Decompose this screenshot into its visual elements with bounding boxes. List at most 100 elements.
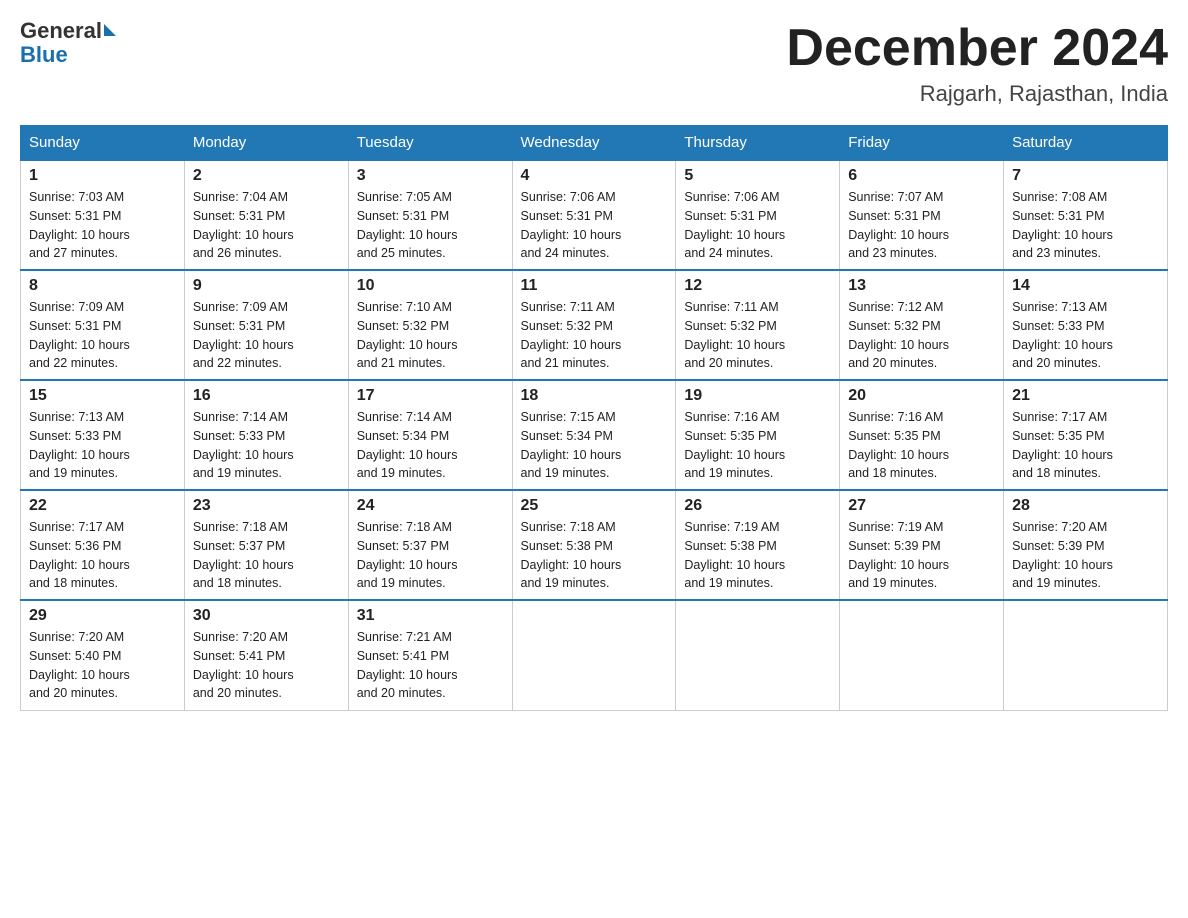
calendar-cell: 10 Sunrise: 7:10 AMSunset: 5:32 PMDayligh… [348, 270, 512, 380]
col-header-wednesday: Wednesday [512, 126, 676, 161]
calendar-cell: 24Sunrise: 7:18 AMSunset: 5:37 PMDayligh… [348, 490, 512, 600]
day-number: 9 [193, 277, 340, 295]
day-number: 29 [29, 607, 176, 625]
calendar-cell: 26Sunrise: 7:19 AMSunset: 5:38 PMDayligh… [676, 490, 840, 600]
calendar-cell [840, 600, 1004, 710]
day-info: Sunrise: 7:21 AMSunset: 5:41 PMDaylight:… [357, 628, 504, 703]
day-info: Sunrise: 7:15 AMSunset: 5:34 PMDaylight:… [521, 408, 668, 483]
calendar-week-row: 1 Sunrise: 7:03 AMSunset: 5:31 PMDaylight… [21, 160, 1168, 270]
day-number: 10 [357, 277, 504, 295]
day-number: 3 [357, 167, 504, 185]
day-info: Sunrise: 7:03 AMSunset: 5:31 PMDaylight:… [29, 188, 176, 263]
calendar-cell: 21 Sunrise: 7:17 AMSunset: 5:35 PMDayligh… [1004, 380, 1168, 490]
day-info: Sunrise: 7:17 AMSunset: 5:35 PMDaylight:… [1012, 408, 1159, 483]
day-number: 31 [357, 607, 504, 625]
day-number: 20 [848, 387, 995, 405]
day-info: Sunrise: 7:09 AMSunset: 5:31 PMDaylight:… [29, 298, 176, 373]
day-number: 24 [357, 497, 504, 515]
calendar-week-row: 29 Sunrise: 7:20 AMSunset: 5:40 PMDayligh… [21, 600, 1168, 710]
day-info: Sunrise: 7:19 AMSunset: 5:39 PMDaylight:… [848, 518, 995, 593]
calendar-cell: 14 Sunrise: 7:13 AMSunset: 5:33 PMDayligh… [1004, 270, 1168, 380]
calendar-cell: 28 Sunrise: 7:20 AMSunset: 5:39 PMDayligh… [1004, 490, 1168, 600]
title-block: December 2024 Rajgarh, Rajasthan, India [786, 20, 1168, 107]
day-info: Sunrise: 7:11 AMSunset: 5:32 PMDaylight:… [521, 298, 668, 373]
calendar-cell: 17 Sunrise: 7:14 AMSunset: 5:34 PMDayligh… [348, 380, 512, 490]
col-header-friday: Friday [840, 126, 1004, 161]
calendar-cell [512, 600, 676, 710]
calendar-cell: 15Sunrise: 7:13 AMSunset: 5:33 PMDayligh… [21, 380, 185, 490]
day-number: 5 [684, 167, 831, 185]
day-number: 27 [848, 497, 995, 515]
calendar-cell: 19Sunrise: 7:16 AMSunset: 5:35 PMDayligh… [676, 380, 840, 490]
col-header-monday: Monday [184, 126, 348, 161]
calendar-cell: 20 Sunrise: 7:16 AMSunset: 5:35 PMDayligh… [840, 380, 1004, 490]
day-number: 4 [521, 167, 668, 185]
page-header: General Blue December 2024 Rajgarh, Raja… [20, 20, 1168, 107]
day-info: Sunrise: 7:20 AMSunset: 5:41 PMDaylight:… [193, 628, 340, 703]
day-info: Sunrise: 7:18 AMSunset: 5:38 PMDaylight:… [521, 518, 668, 593]
calendar-cell: 7 Sunrise: 7:08 AMSunset: 5:31 PMDaylight… [1004, 160, 1168, 270]
day-number: 19 [684, 387, 831, 405]
calendar-week-row: 8 Sunrise: 7:09 AMSunset: 5:31 PMDaylight… [21, 270, 1168, 380]
day-info: Sunrise: 7:13 AMSunset: 5:33 PMDaylight:… [1012, 298, 1159, 373]
day-number: 16 [193, 387, 340, 405]
logo: General Blue [20, 20, 116, 66]
day-info: Sunrise: 7:11 AMSunset: 5:32 PMDaylight:… [684, 298, 831, 373]
calendar-cell: 11 Sunrise: 7:11 AMSunset: 5:32 PMDayligh… [512, 270, 676, 380]
calendar-week-row: 22Sunrise: 7:17 AMSunset: 5:36 PMDayligh… [21, 490, 1168, 600]
day-number: 12 [684, 277, 831, 295]
day-number: 22 [29, 497, 176, 515]
calendar-cell: 2 Sunrise: 7:04 AMSunset: 5:31 PMDaylight… [184, 160, 348, 270]
day-info: Sunrise: 7:08 AMSunset: 5:31 PMDaylight:… [1012, 188, 1159, 263]
day-number: 2 [193, 167, 340, 185]
calendar-cell: 31 Sunrise: 7:21 AMSunset: 5:41 PMDayligh… [348, 600, 512, 710]
calendar-cell: 23 Sunrise: 7:18 AMSunset: 5:37 PMDayligh… [184, 490, 348, 600]
calendar-cell [676, 600, 840, 710]
calendar-cell: 16Sunrise: 7:14 AMSunset: 5:33 PMDayligh… [184, 380, 348, 490]
day-info: Sunrise: 7:20 AMSunset: 5:40 PMDaylight:… [29, 628, 176, 703]
calendar-cell: 18 Sunrise: 7:15 AMSunset: 5:34 PMDayligh… [512, 380, 676, 490]
day-number: 15 [29, 387, 176, 405]
day-info: Sunrise: 7:16 AMSunset: 5:35 PMDaylight:… [848, 408, 995, 483]
month-title: December 2024 [786, 20, 1168, 77]
calendar-table: SundayMondayTuesdayWednesdayThursdayFrid… [20, 125, 1168, 711]
calendar-cell: 12 Sunrise: 7:11 AMSunset: 5:32 PMDayligh… [676, 270, 840, 380]
day-number: 23 [193, 497, 340, 515]
day-number: 1 [29, 167, 176, 185]
logo-general-text: General [20, 20, 102, 42]
day-info: Sunrise: 7:06 AMSunset: 5:31 PMDaylight:… [684, 188, 831, 263]
calendar-cell: 6Sunrise: 7:07 AMSunset: 5:31 PMDaylight… [840, 160, 1004, 270]
day-number: 28 [1012, 497, 1159, 515]
day-number: 26 [684, 497, 831, 515]
day-number: 11 [521, 277, 668, 295]
day-number: 8 [29, 277, 176, 295]
day-number: 17 [357, 387, 504, 405]
col-header-tuesday: Tuesday [348, 126, 512, 161]
calendar-cell: 8 Sunrise: 7:09 AMSunset: 5:31 PMDaylight… [21, 270, 185, 380]
day-number: 21 [1012, 387, 1159, 405]
day-info: Sunrise: 7:20 AMSunset: 5:39 PMDaylight:… [1012, 518, 1159, 593]
calendar-header-row: SundayMondayTuesdayWednesdayThursdayFrid… [21, 126, 1168, 161]
day-number: 18 [521, 387, 668, 405]
calendar-cell: 1 Sunrise: 7:03 AMSunset: 5:31 PMDaylight… [21, 160, 185, 270]
calendar-week-row: 15Sunrise: 7:13 AMSunset: 5:33 PMDayligh… [21, 380, 1168, 490]
day-number: 14 [1012, 277, 1159, 295]
col-header-saturday: Saturday [1004, 126, 1168, 161]
day-info: Sunrise: 7:14 AMSunset: 5:34 PMDaylight:… [357, 408, 504, 483]
day-number: 7 [1012, 167, 1159, 185]
calendar-cell: 5 Sunrise: 7:06 AMSunset: 5:31 PMDaylight… [676, 160, 840, 270]
logo-blue-text: Blue [20, 42, 68, 67]
calendar-cell: 30Sunrise: 7:20 AMSunset: 5:41 PMDayligh… [184, 600, 348, 710]
col-header-thursday: Thursday [676, 126, 840, 161]
day-number: 6 [848, 167, 995, 185]
day-number: 13 [848, 277, 995, 295]
day-info: Sunrise: 7:06 AMSunset: 5:31 PMDaylight:… [521, 188, 668, 263]
day-info: Sunrise: 7:04 AMSunset: 5:31 PMDaylight:… [193, 188, 340, 263]
col-header-sunday: Sunday [21, 126, 185, 161]
day-info: Sunrise: 7:18 AMSunset: 5:37 PMDaylight:… [193, 518, 340, 593]
day-info: Sunrise: 7:10 AMSunset: 5:32 PMDaylight:… [357, 298, 504, 373]
logo-triangle-icon [104, 24, 116, 36]
calendar-cell: 25Sunrise: 7:18 AMSunset: 5:38 PMDayligh… [512, 490, 676, 600]
calendar-cell [1004, 600, 1168, 710]
calendar-cell: 22Sunrise: 7:17 AMSunset: 5:36 PMDayligh… [21, 490, 185, 600]
